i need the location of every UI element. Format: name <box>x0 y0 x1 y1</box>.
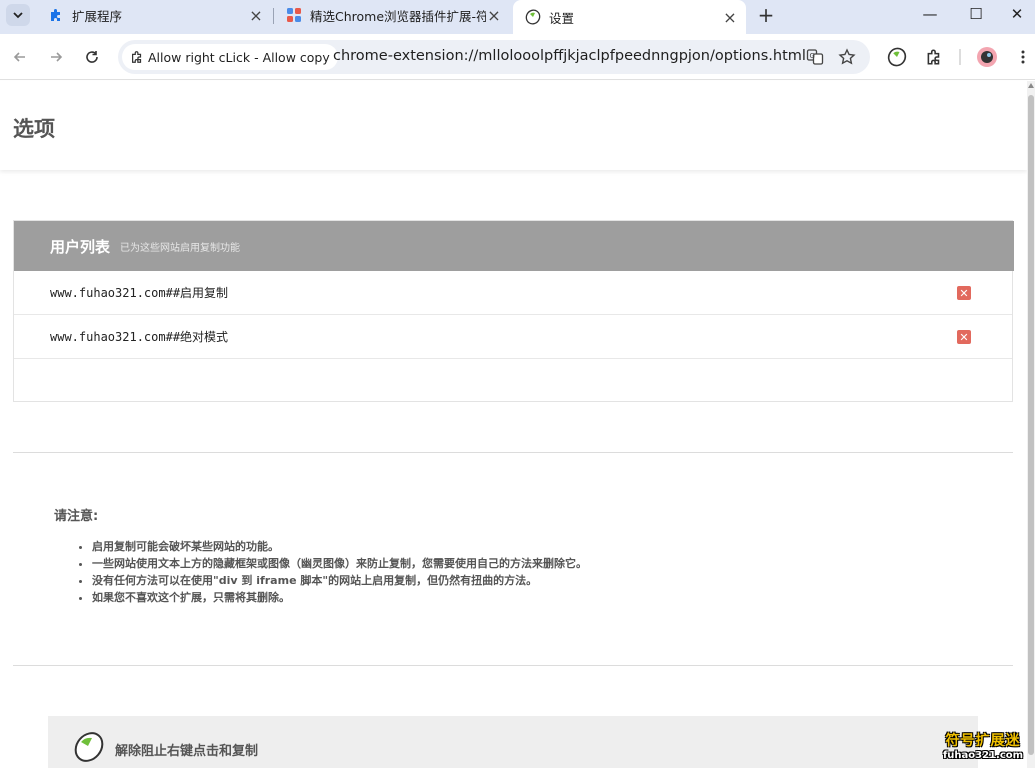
user-list-panel: 用户列表 已为这些网站启用复制功能 www.fuhao321.com##启用复制… <box>13 220 1014 403</box>
close-window-button[interactable]: ✕ <box>999 0 1035 28</box>
extension-chip[interactable]: Allow right cLick - Allow copy <box>122 44 338 70</box>
tab-bar: 扩展程序 × 精选Chrome浏览器插件扩展-符 × 设置 × + — ☐ ✕ <box>0 0 1035 34</box>
extension-name: 解除阻止右键点击和复制 <box>115 744 259 759</box>
list-item: www.fuhao321.com##启用复制 ✕ <box>14 271 1012 315</box>
tab-store[interactable]: 精选Chrome浏览器插件扩展-符 × <box>274 0 510 30</box>
tab-label: 设置 <box>549 10 575 26</box>
extension-logo-icon <box>525 9 541 25</box>
extension-footer: 解除阻止右键点击和复制 <box>48 716 978 768</box>
maximize-button[interactable]: ☐ <box>953 0 999 28</box>
toolbar-divider <box>959 49 961 65</box>
note-item: 一些网站使用文本上方的隐藏框架或图像（幽灵图像）来防止复制，您需要使用自己的方法… <box>92 555 954 572</box>
tab-label: 精选Chrome浏览器插件扩展-符 <box>310 8 486 24</box>
bookmark-button[interactable] <box>836 46 858 68</box>
scrollbar-thumb[interactable] <box>1028 95 1034 755</box>
translate-icon: G <box>806 49 824 65</box>
forward-button[interactable] <box>44 45 68 69</box>
notes-list: 启用复制可能会破坏某些网站的功能。 一些网站使用文本上方的隐藏框架或图像（幽灵图… <box>54 538 954 606</box>
delete-icon[interactable]: ✕ <box>957 330 971 344</box>
extension-small-icon <box>132 51 142 63</box>
avatar <box>977 47 997 67</box>
svg-text:G: G <box>810 52 815 60</box>
scroll-up-arrow-icon[interactable] <box>1028 83 1034 88</box>
notes-title: 请注意: <box>54 509 99 524</box>
vertical-scrollbar[interactable] <box>1027 81 1035 768</box>
watermark-line1: 符号扩展迷 <box>945 733 1021 749</box>
tab-search-button[interactable] <box>6 4 30 26</box>
address-bar[interactable]: Allow right cLick - Allow copy chrome-ex… <box>118 40 870 74</box>
profile-button[interactable] <box>975 45 999 69</box>
back-button[interactable] <box>8 45 32 69</box>
extensions-menu-button[interactable] <box>922 45 946 69</box>
note-item: 没有任何方法可以在使用"div 到 iframe 脚本"的网站上启用复制，但仍然… <box>92 572 954 589</box>
tab-label: 扩展程序 <box>72 8 123 24</box>
list-item-text: www.fuhao321.com##绝对模式 <box>50 330 229 344</box>
arrow-left-icon <box>13 52 25 62</box>
divider <box>13 665 1013 666</box>
star-icon <box>838 48 856 65</box>
chevron-down-icon <box>13 12 23 19</box>
site-watermark: 符号扩展迷 fuhao321.com <box>938 730 1028 761</box>
user-list-header: 用户列表 已为这些网站启用复制功能 <box>14 221 1014 271</box>
tab-settings[interactable]: 设置 × <box>513 0 746 34</box>
reload-button[interactable] <box>80 45 104 69</box>
extension-logo-icon <box>74 732 104 762</box>
tab-close-icon[interactable]: × <box>722 8 738 27</box>
empty-list-row <box>14 359 1012 403</box>
translate-button[interactable]: G <box>804 46 826 68</box>
tab-close-icon[interactable]: × <box>248 6 264 25</box>
delete-icon[interactable]: ✕ <box>957 286 971 300</box>
store-icon <box>286 7 302 23</box>
puzzle-icon <box>48 7 64 23</box>
tab-extensions[interactable]: 扩展程序 × <box>36 0 272 30</box>
browser-menu-button[interactable] <box>1011 45 1035 69</box>
page-title: 选项 <box>13 117 55 141</box>
page-header: 选项 <box>0 81 1027 170</box>
list-item-text: www.fuhao321.com##启用复制 <box>50 286 229 300</box>
user-list-title: 用户列表 <box>50 237 111 256</box>
list-item: www.fuhao321.com##绝对模式 ✕ <box>14 315 1012 359</box>
puzzle-icon <box>927 49 940 65</box>
extension-logo-icon <box>887 47 907 67</box>
divider <box>13 452 1013 453</box>
user-list-subtitle: 已为这些网站启用复制功能 <box>120 242 241 254</box>
new-tab-button[interactable]: + <box>754 3 778 27</box>
extension-action-button[interactable] <box>885 45 909 69</box>
reload-icon <box>86 51 98 63</box>
arrow-right-icon <box>51 52 63 62</box>
watermark-line2: fuhao321.com <box>942 750 1024 761</box>
tab-close-icon[interactable]: × <box>486 6 502 25</box>
extension-chip-label: Allow right cLick - Allow copy <box>148 49 330 65</box>
minimize-button[interactable]: — <box>907 0 953 28</box>
notes-section: 请注意: 启用复制可能会破坏某些网站的功能。 一些网站使用文本上方的隐藏框架或图… <box>54 505 954 606</box>
note-item: 启用复制可能会破坏某些网站的功能。 <box>92 538 954 555</box>
note-item: 如果您不喜欢这个扩展，只需将其删除。 <box>92 589 954 606</box>
url-text[interactable]: chrome-extension://mllolooolpffjkjaclpfp… <box>333 48 806 64</box>
more-vert-icon <box>1021 50 1025 64</box>
browser-toolbar: Allow right cLick - Allow copy chrome-ex… <box>0 34 1035 80</box>
